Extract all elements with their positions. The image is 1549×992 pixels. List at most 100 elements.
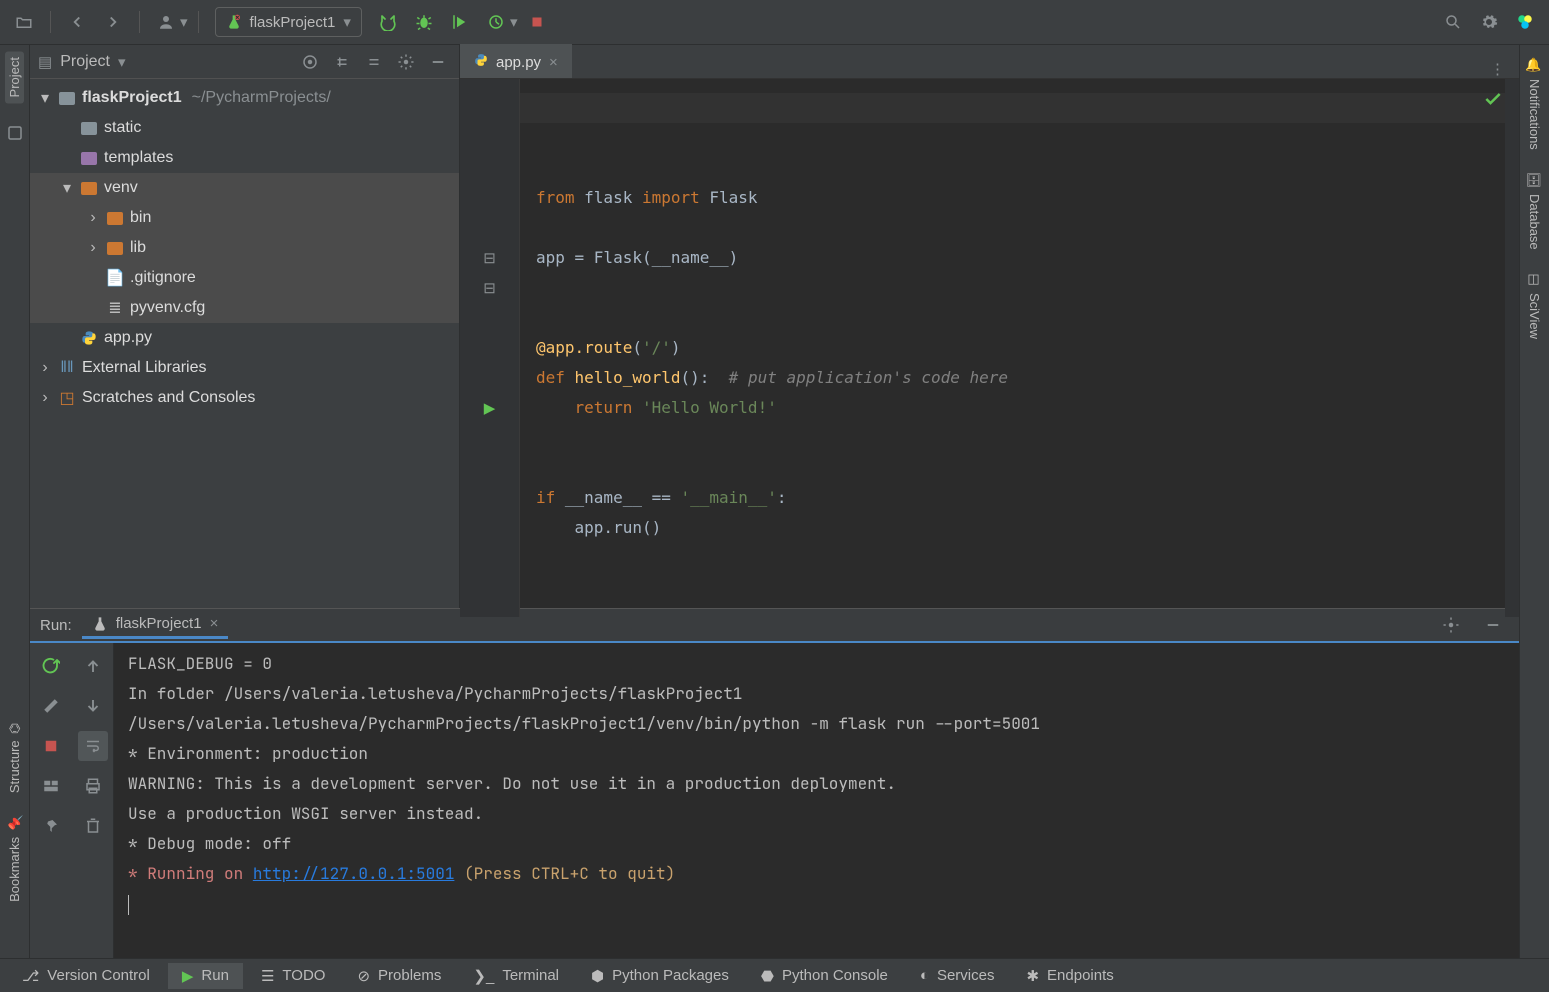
tree-root[interactable]: ▾ flaskProject1 ~/PycharmProjects/ — [30, 83, 459, 113]
center-column: ▤ Project ▾ ▾ flaskProject1 — [30, 45, 1519, 958]
scroll-up-button[interactable] — [78, 651, 108, 681]
chevron-right-icon: › — [38, 359, 52, 377]
tree-item-bin[interactable]: › bin — [30, 203, 459, 233]
bottom-todo[interactable]: ☰ TODO — [247, 963, 340, 989]
todo-icon: ☰ — [261, 967, 274, 985]
sciview-icon: ◫ — [1527, 272, 1542, 287]
stop-button[interactable] — [521, 6, 553, 38]
user-icon[interactable] — [150, 6, 182, 38]
bottom-terminal[interactable]: ❯_ Terminal — [459, 963, 573, 989]
hide-panel-icon[interactable] — [425, 49, 451, 75]
editor-area: app.py × ⋮ ⊟ ⊟ ▶ from flask import Flask… — [460, 45, 1519, 608]
editor-tab-app[interactable]: app.py × — [460, 44, 572, 78]
tree-item-lib[interactable]: › lib — [30, 233, 459, 263]
bottom-version-control[interactable]: ⎇ Version Control — [8, 963, 164, 989]
tree-item-static[interactable]: static — [30, 113, 459, 143]
layout-button[interactable] — [36, 771, 66, 801]
open-icon[interactable] — [8, 6, 40, 38]
run-tab-label: flaskProject1 — [116, 615, 202, 632]
editor-tab-bar: app.py × ⋮ — [460, 45, 1519, 79]
tree-item-gitignore[interactable]: 📄 .gitignore — [30, 263, 459, 293]
tool-window-bookmarks[interactable]: Bookmarks 📌 — [5, 809, 24, 908]
expand-all-icon[interactable] — [329, 49, 355, 75]
vcs-icon: ⎇ — [22, 967, 39, 985]
bb-label: Version Control — [47, 967, 150, 984]
chevron-down-icon[interactable]: ▾ — [118, 53, 126, 71]
structure-icon: ⌬ — [7, 723, 22, 734]
run-tab[interactable]: flaskProject1 × — [82, 611, 229, 639]
database-icon: 🗄 — [1527, 172, 1542, 189]
commit-tool-icon[interactable] — [0, 117, 31, 149]
profile-button[interactable] — [480, 6, 512, 38]
editor-scrollbar[interactable] — [1505, 79, 1519, 617]
bottom-problems[interactable]: ⊘ Problems — [343, 963, 455, 989]
gutter-fold-icon[interactable]: ⊟ — [460, 243, 519, 273]
tree-item-scratches[interactable]: › ◳ Scratches and Consoles — [30, 383, 459, 413]
bottom-python-packages[interactable]: ⬢ Python Packages — [577, 963, 743, 989]
gutter-fold-icon[interactable]: ⊟ — [460, 273, 519, 303]
code-content[interactable]: from flask import Flask app = Flask(__na… — [520, 79, 1505, 617]
bottom-run[interactable]: ▶ Run — [168, 963, 243, 989]
folder-icon — [106, 209, 124, 227]
close-icon[interactable]: × — [549, 54, 558, 71]
run-configuration-selector[interactable]: flaskProject1 ▾ — [215, 7, 362, 37]
flask-icon — [92, 616, 108, 632]
back-icon[interactable] — [61, 6, 93, 38]
stop-button[interactable] — [36, 731, 66, 761]
modify-run-config-button[interactable] — [36, 691, 66, 721]
tree-label: lib — [130, 239, 146, 257]
gutter-run-icon[interactable]: ▶ — [460, 393, 519, 423]
run-button[interactable] — [372, 6, 404, 38]
debug-button[interactable] — [408, 6, 440, 38]
tab-options-icon[interactable]: ⋮ — [1476, 60, 1519, 78]
clear-button[interactable] — [78, 811, 108, 841]
tree-item-external-libraries[interactable]: › ‖‖ External Libraries — [30, 353, 459, 383]
chevron-down-icon[interactable]: ▾ — [510, 13, 518, 31]
tool-window-project[interactable]: Project — [5, 51, 24, 103]
search-icon[interactable] — [1437, 6, 1469, 38]
panel-settings-icon[interactable] — [393, 49, 419, 75]
bb-label: Services — [937, 967, 995, 984]
ide-logo-icon[interactable] — [1509, 6, 1541, 38]
rail-label-text: SciView — [1527, 293, 1542, 339]
collapse-all-icon[interactable] — [361, 49, 387, 75]
bottom-python-console[interactable]: ⬣ Python Console — [747, 963, 902, 989]
editor-gutter[interactable]: ⊟ ⊟ ▶ — [460, 79, 520, 617]
chevron-down-icon[interactable]: ▾ — [180, 13, 188, 31]
tool-window-sciview[interactable]: ◫ SciView — [1525, 266, 1544, 345]
forward-icon[interactable] — [97, 6, 129, 38]
tool-window-notifications[interactable]: 🔔 Notifications — [1525, 51, 1544, 156]
run-actions-column — [30, 643, 72, 958]
tree-item-pyvenv[interactable]: ≣ pyvenv.cfg — [30, 293, 459, 323]
run-icon: ▶ — [182, 967, 194, 985]
inspection-ok-icon[interactable] — [1483, 89, 1503, 113]
rail-label-text: Notifications — [1527, 79, 1542, 150]
bb-label: Endpoints — [1047, 967, 1114, 984]
python-file-icon — [474, 53, 488, 71]
tree-item-templates[interactable]: templates — [30, 143, 459, 173]
pin-button[interactable] — [36, 811, 66, 841]
settings-icon[interactable] — [1473, 6, 1505, 38]
bottom-tool-bar: ⎇ Version Control ▶ Run ☰ TODO ⊘ Problem… — [0, 958, 1549, 992]
run-coverage-button[interactable] — [444, 6, 476, 38]
bottom-services[interactable]: ◐ Services — [906, 963, 1009, 988]
bottom-endpoints[interactable]: ✱ Endpoints — [1012, 963, 1127, 989]
project-panel-header: ▤ Project ▾ — [30, 45, 459, 79]
print-button[interactable] — [78, 771, 108, 801]
scroll-down-button[interactable] — [78, 691, 108, 721]
bb-label: Run — [201, 967, 229, 984]
console-output[interactable]: FLASK_DEBUG = 0In folder /Users/valeria.… — [114, 643, 1519, 958]
rerun-button[interactable] — [36, 651, 66, 681]
close-icon[interactable]: × — [210, 615, 219, 632]
select-opened-file-icon[interactable] — [297, 49, 323, 75]
project-tree[interactable]: ▾ flaskProject1 ~/PycharmProjects/ stati… — [30, 79, 459, 608]
soft-wrap-button[interactable] — [78, 731, 108, 761]
chevron-right-icon: › — [38, 389, 52, 407]
code-editor[interactable]: ⊟ ⊟ ▶ from flask import Flask app = Flas… — [460, 79, 1519, 617]
tool-window-structure[interactable]: Structure ⌬ — [5, 717, 24, 799]
tool-window-database[interactable]: 🗄 Database — [1525, 166, 1544, 256]
tree-item-venv[interactable]: ▾ venv — [30, 173, 459, 203]
tree-item-app[interactable]: app.py — [30, 323, 459, 353]
run-config-label: flaskProject1 — [250, 14, 336, 31]
project-panel: ▤ Project ▾ ▾ flaskProject1 — [30, 45, 460, 608]
